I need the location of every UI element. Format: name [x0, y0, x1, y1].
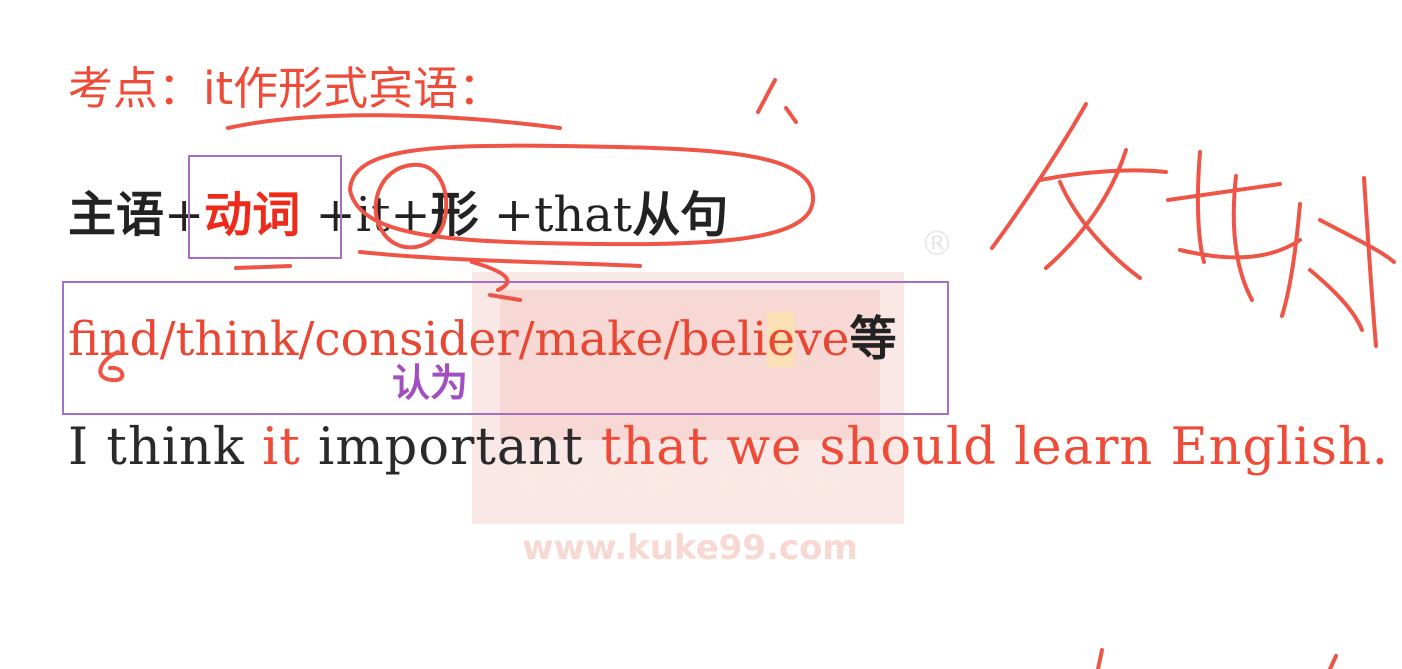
handwriting-char-3-stroke-d	[1308, 268, 1364, 332]
handwriting-char-1-stroke-c	[1058, 180, 1142, 280]
formula-oval-stroke	[348, 143, 816, 247]
handwriting-char-3-stroke	[1280, 202, 1302, 318]
handwriting-char-2-stroke-b	[1166, 182, 1282, 202]
bottom-mark-stroke-2	[1328, 654, 1338, 669]
pen-annotations	[98, 78, 1396, 669]
verb-underline-stroke	[234, 264, 292, 270]
handwriting-char-3-stroke-c	[1362, 176, 1378, 348]
bottom-mark-stroke-1	[1096, 648, 1104, 669]
scribble-stroke-1	[470, 260, 510, 292]
formula-underline-stroke	[358, 250, 642, 268]
find-mark-stroke	[98, 350, 125, 383]
comma-stroke	[784, 106, 798, 124]
handwriting-char-2-stroke-d	[1178, 238, 1302, 260]
handwriting-char-2-stroke-c	[1231, 174, 1254, 302]
handwriting-char-2-stroke	[1195, 150, 1206, 264]
number-one-stroke	[756, 78, 777, 114]
title-underline-stroke	[226, 113, 562, 130]
handwriting-char-1-stroke-d	[1044, 148, 1128, 270]
scribble-stroke-2	[488, 293, 522, 302]
handwriting-char-3-stroke-b	[1318, 218, 1396, 264]
it-circle-stroke	[373, 162, 449, 250]
handwriting-char-1-stroke-b	[1038, 168, 1168, 182]
